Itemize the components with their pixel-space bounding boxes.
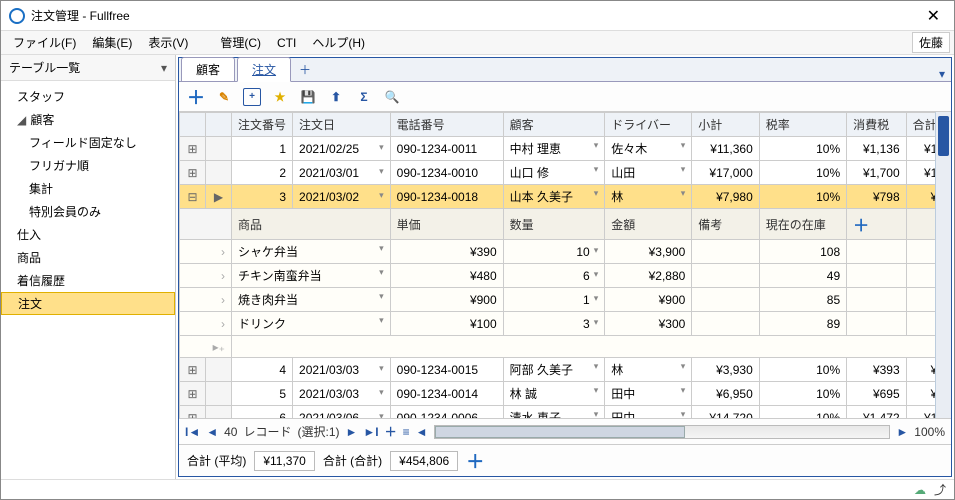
sidebar-header: テーブル一覧 ▾ bbox=[1, 55, 175, 81]
tab-bar: 顧客 注文 ＋ ▾ bbox=[179, 58, 951, 82]
column-header-row: 注文番号 注文日 電話番号 顧客 ドライバー 小計 税率 消費税 合計 bbox=[180, 113, 951, 137]
data-grid[interactable]: 注文番号 注文日 電話番号 顧客 ドライバー 小計 税率 消費税 合計 ⊞120… bbox=[179, 112, 951, 418]
chevron-down-icon[interactable]: ▾ bbox=[161, 61, 167, 75]
activity-icon[interactable]: ⤴ bbox=[934, 481, 946, 498]
nav-prev-icon[interactable]: ◄ bbox=[206, 425, 218, 439]
hscroll-right-icon[interactable]: ► bbox=[896, 425, 908, 439]
tabs-dropdown-icon[interactable]: ▾ bbox=[933, 67, 951, 81]
sidebar-item[interactable]: ◢ 顧客 bbox=[1, 108, 175, 131]
nav-add-icon[interactable]: ＋ bbox=[385, 423, 397, 440]
table-row[interactable]: ⊞12021/02/25090-1234-0011中村 理恵佐々木¥11,360… bbox=[180, 137, 951, 161]
sum-label: 合計 (合計) bbox=[323, 452, 382, 469]
nav-next-icon[interactable]: ► bbox=[346, 425, 358, 439]
sidebar-item[interactable]: フィールド固定なし bbox=[1, 131, 175, 154]
col-tel[interactable]: 電話番号 bbox=[390, 113, 503, 137]
col-order-date[interactable]: 注文日 bbox=[293, 113, 391, 137]
summary-bar: 合計 (平均) ¥11,370 合計 (合計) ¥454,806 ＋ bbox=[179, 444, 951, 476]
sum-value: ¥454,806 bbox=[390, 451, 458, 471]
expand-toggle[interactable]: ⊞ bbox=[180, 382, 206, 406]
tab-order[interactable]: 注文 bbox=[237, 57, 291, 82]
col-tax[interactable]: 消費税 bbox=[847, 113, 906, 137]
export-icon[interactable]: ⬆ bbox=[327, 88, 345, 106]
expand-toggle[interactable]: ⊞ bbox=[180, 358, 206, 382]
sidebar-title: テーブル一覧 bbox=[9, 59, 80, 76]
table-row[interactable]: ⊞42021/03/03090-1234-0015阿部 久美子林¥3,93010… bbox=[180, 358, 951, 382]
selection-label: (選択:1) bbox=[297, 423, 339, 440]
sidebar: テーブル一覧 ▾ スタッフ◢ 顧客フィールド固定なしフリガナ順集計特別会員のみ仕… bbox=[1, 55, 176, 479]
avg-value: ¥11,370 bbox=[254, 451, 315, 471]
vertical-scrollbar[interactable] bbox=[935, 112, 951, 418]
menu-file[interactable]: ファイル(F) bbox=[5, 32, 84, 53]
col-taxrate[interactable]: 税率 bbox=[759, 113, 846, 137]
menu-cti[interactable]: CTI bbox=[269, 34, 304, 52]
record-navigator: I◄ ◄ 40 レコード (選択:1) ► ►I ＋ ≡ ◄ ► 100% bbox=[179, 418, 951, 444]
user-label[interactable]: 佐藤 bbox=[912, 32, 950, 53]
record-label: レコード bbox=[243, 423, 291, 440]
add-icon[interactable]: ＋ bbox=[187, 88, 205, 106]
sidebar-tree: スタッフ◢ 顧客フィールド固定なしフリガナ順集計特別会員のみ仕入商品着信履歴注文 bbox=[1, 81, 175, 479]
sidebar-item[interactable]: 注文 bbox=[1, 292, 175, 315]
search-icon[interactable]: 🔍 bbox=[383, 88, 401, 106]
nav-last-icon[interactable]: ►I bbox=[363, 425, 378, 439]
sum-icon[interactable]: Σ bbox=[355, 88, 373, 106]
table-row[interactable]: ⊟▶32021/03/02090-1234-0018山本 久美子林¥7,9801… bbox=[180, 185, 951, 209]
menubar: ファイル(F) 編集(E) 表示(V) 管理(C) CTI ヘルプ(H) 佐藤 bbox=[1, 31, 954, 55]
sidebar-item[interactable]: 着信履歴 bbox=[1, 269, 175, 292]
zoom-percent: 100% bbox=[914, 425, 945, 439]
toolbar: ＋ ✎ + ★ 💾 ⬆ Σ 🔍 bbox=[179, 82, 951, 112]
statusbar: ☁ ⤴ bbox=[1, 479, 954, 499]
nav-collapse-icon[interactable]: ≡ bbox=[403, 425, 410, 439]
expand-toggle[interactable]: ⊟ bbox=[180, 185, 206, 209]
sidebar-item[interactable]: 特別会員のみ bbox=[1, 200, 175, 223]
sidebar-item[interactable]: 集計 bbox=[1, 177, 175, 200]
sub-table-row[interactable]: ›チキン南蛮弁当¥4806¥2,88049 bbox=[180, 264, 951, 288]
close-icon[interactable]: ✕ bbox=[921, 6, 946, 26]
star-icon[interactable]: ★ bbox=[271, 88, 289, 106]
avg-label: 合計 (平均) bbox=[187, 452, 246, 469]
nav-first-icon[interactable]: I◄ bbox=[185, 425, 200, 439]
horizontal-scrollbar[interactable] bbox=[434, 425, 891, 439]
expand-column bbox=[180, 113, 206, 137]
titlebar: 注文管理 - Fullfree ✕ bbox=[1, 1, 954, 31]
tab-customer[interactable]: 顧客 bbox=[181, 57, 235, 81]
app-icon bbox=[9, 8, 25, 24]
table-row[interactable]: ⊞22021/03/01090-1234-0010山口 修山田¥17,00010… bbox=[180, 161, 951, 185]
record-count: 40 bbox=[224, 425, 237, 439]
summary-add-icon[interactable]: ＋ bbox=[466, 452, 484, 470]
sub-table-row[interactable]: ›ドリンク¥1003¥30089 bbox=[180, 312, 951, 336]
sidebar-item[interactable]: フリガナ順 bbox=[1, 154, 175, 177]
expand-toggle[interactable]: ⊞ bbox=[180, 137, 206, 161]
sidebar-item[interactable]: 仕入 bbox=[1, 223, 175, 246]
main-panel: 顧客 注文 ＋ ▾ ＋ ✎ + ★ 💾 ⬆ Σ 🔍 bbox=[178, 57, 952, 477]
tab-add-button[interactable]: ＋ bbox=[291, 58, 319, 81]
sidebar-item[interactable]: スタッフ bbox=[1, 85, 175, 108]
cloud-icon[interactable]: ☁ bbox=[914, 483, 926, 497]
new-record-icon[interactable]: + bbox=[243, 88, 261, 106]
menu-manage[interactable]: 管理(C) bbox=[212, 32, 269, 53]
save-icon[interactable]: 💾 bbox=[299, 88, 317, 106]
add-column-icon[interactable]: ＋ bbox=[847, 209, 906, 240]
table-row[interactable]: ⊞52021/03/03090-1234-0014林 誠田中¥6,95010%¥… bbox=[180, 382, 951, 406]
menu-help[interactable]: ヘルプ(H) bbox=[304, 32, 373, 53]
sub-table-row[interactable]: ›シャケ弁当¥39010¥3,900108 bbox=[180, 240, 951, 264]
edit-icon[interactable]: ✎ bbox=[215, 88, 233, 106]
expand-toggle[interactable]: ⊞ bbox=[180, 161, 206, 185]
col-subtotal[interactable]: 小計 bbox=[692, 113, 759, 137]
window-title: 注文管理 - Fullfree bbox=[31, 7, 921, 24]
col-order-no[interactable]: 注文番号 bbox=[232, 113, 293, 137]
sidebar-item[interactable]: 商品 bbox=[1, 246, 175, 269]
table-row[interactable]: ⊞62021/03/06090-1234-0006清水 恵子田中¥14,7201… bbox=[180, 406, 951, 419]
menu-view[interactable]: 表示(V) bbox=[140, 32, 196, 53]
expand-toggle[interactable]: ⊞ bbox=[180, 406, 206, 419]
menu-edit[interactable]: 編集(E) bbox=[84, 32, 140, 53]
col-driver[interactable]: ドライバー bbox=[605, 113, 692, 137]
col-customer[interactable]: 顧客 bbox=[503, 113, 605, 137]
hscroll-left-icon[interactable]: ◄ bbox=[416, 425, 428, 439]
sub-table-row[interactable]: ›焼き肉弁当¥9001¥90085 bbox=[180, 288, 951, 312]
